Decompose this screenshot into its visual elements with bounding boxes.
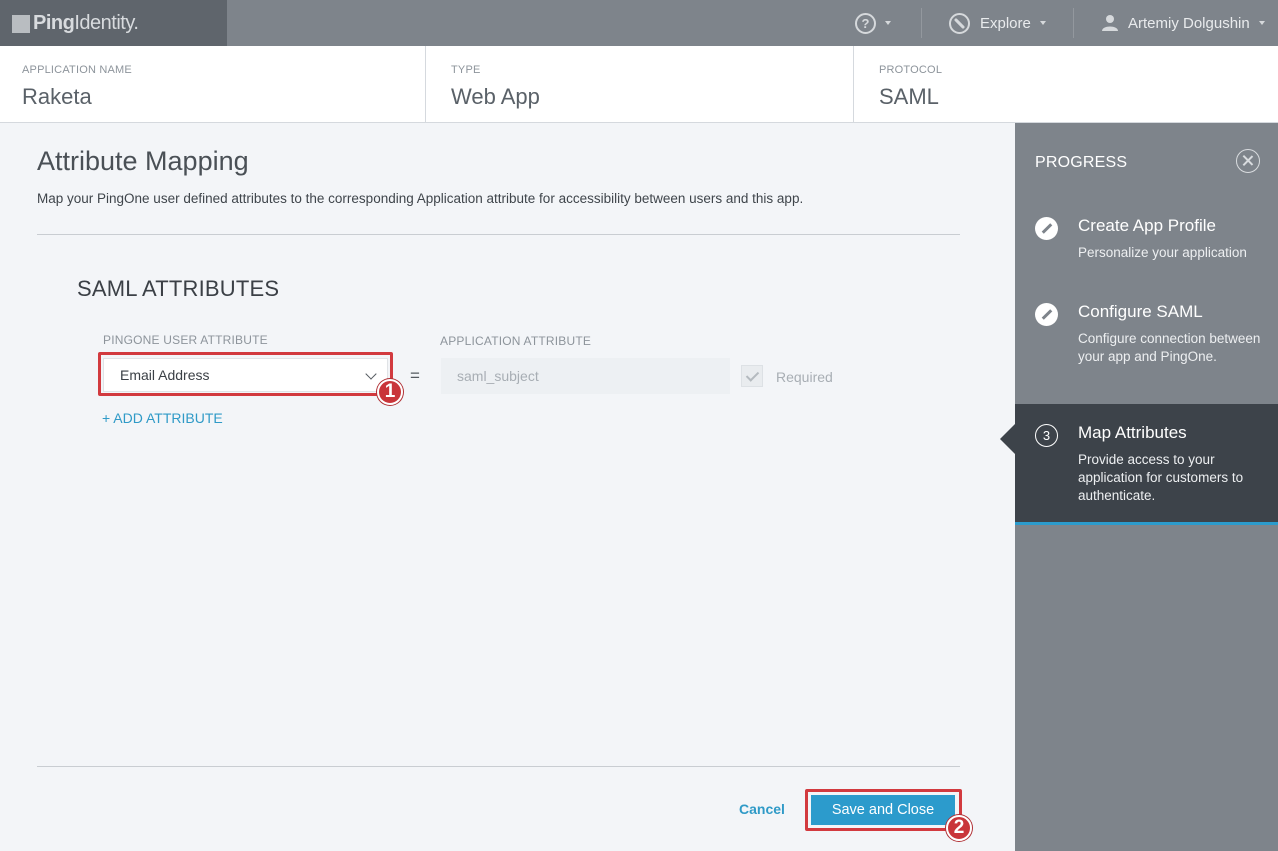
active-step-pointer xyxy=(1000,424,1015,454)
protocol-column: PROTOCOL SAML xyxy=(853,46,1278,122)
compass-icon xyxy=(949,12,970,34)
application-attribute-label: APPLICATION ATTRIBUTE xyxy=(440,334,592,348)
help-menu[interactable]: ? xyxy=(855,0,891,46)
step-description: Personalize your application xyxy=(1078,245,1247,260)
step-description: Configure connection between your app an… xyxy=(1078,331,1261,364)
save-and-close-button[interactable]: Save and Close xyxy=(811,795,955,825)
divider xyxy=(921,8,922,38)
help-icon: ? xyxy=(855,12,876,34)
cancel-button[interactable]: Cancel xyxy=(739,801,785,817)
application-attribute-field: saml_subject xyxy=(441,358,730,394)
divider xyxy=(37,234,960,235)
required-label: Required xyxy=(776,369,833,385)
type-value: Web App xyxy=(451,84,540,109)
protocol-label: PROTOCOL xyxy=(879,64,943,76)
section-title: SAML ATTRIBUTES xyxy=(77,276,280,301)
step-title: Map Attributes xyxy=(1078,423,1187,442)
top-nav-bar: PingIdentity. ? Explore Artemiy Dolgushi… xyxy=(0,0,1278,46)
page-title: Attribute Mapping xyxy=(37,146,249,176)
divider xyxy=(1073,8,1074,38)
step-number: 3 xyxy=(1035,424,1058,447)
divider xyxy=(37,766,960,767)
close-icon[interactable] xyxy=(1236,149,1260,173)
progress-step-map-attributes[interactable]: 3 Map Attributes Provide access to your … xyxy=(1000,404,1278,525)
step-title: Configure SAML xyxy=(1078,302,1203,321)
app-name-label: APPLICATION NAME xyxy=(22,64,132,76)
step-title: Create App Profile xyxy=(1078,216,1216,235)
app-name-column: APPLICATION NAME Raketa xyxy=(0,46,425,122)
chevron-down-icon xyxy=(1039,21,1046,25)
edit-icon xyxy=(1035,217,1058,240)
logo-mark xyxy=(12,15,30,33)
step-description: Provide access to your application for c… xyxy=(1078,452,1244,503)
progress-step-create-app-profile[interactable]: Create App Profile Personalize your appl… xyxy=(1015,208,1278,278)
progress-step-configure-saml[interactable]: Configure SAML Configure connection betw… xyxy=(1015,294,1278,394)
equals-sign: = xyxy=(410,366,420,385)
application-attribute-value: saml_subject xyxy=(457,368,539,384)
chevron-down-icon xyxy=(1258,21,1265,25)
protocol-value: SAML xyxy=(879,84,939,109)
type-label: TYPE xyxy=(451,64,481,76)
user-name: Artemiy Dolgushin xyxy=(1128,14,1250,32)
explore-menu[interactable]: Explore xyxy=(949,0,1046,46)
page-description: Map your PingOne user defined attributes… xyxy=(37,191,804,206)
annotation-badge-1: 1 xyxy=(377,379,403,405)
annotation-highlight-1 xyxy=(98,352,393,396)
chevron-down-icon xyxy=(885,21,891,25)
progress-panel: PROGRESS Create App Profile Personalize … xyxy=(1000,123,1278,851)
pingone-attribute-label: PINGONE USER ATTRIBUTE xyxy=(103,333,268,347)
application-info-bar: APPLICATION NAME Raketa TYPE Web App PRO… xyxy=(0,46,1278,123)
explore-label: Explore xyxy=(980,14,1031,32)
user-icon xyxy=(1102,15,1118,31)
app-name-value: Raketa xyxy=(22,84,92,109)
required-checkbox xyxy=(741,365,763,387)
progress-title: PROGRESS xyxy=(1035,154,1128,171)
ping-identity-logo[interactable]: PingIdentity. xyxy=(0,0,227,46)
logo-text: PingIdentity. xyxy=(33,12,139,34)
edit-icon xyxy=(1035,303,1058,326)
add-attribute-link[interactable]: + ADD ATTRIBUTE xyxy=(102,410,223,426)
user-menu[interactable]: Artemiy Dolgushin xyxy=(1101,0,1265,46)
type-column: TYPE Web App xyxy=(425,46,853,122)
annotation-badge-2: 2 xyxy=(946,815,972,841)
